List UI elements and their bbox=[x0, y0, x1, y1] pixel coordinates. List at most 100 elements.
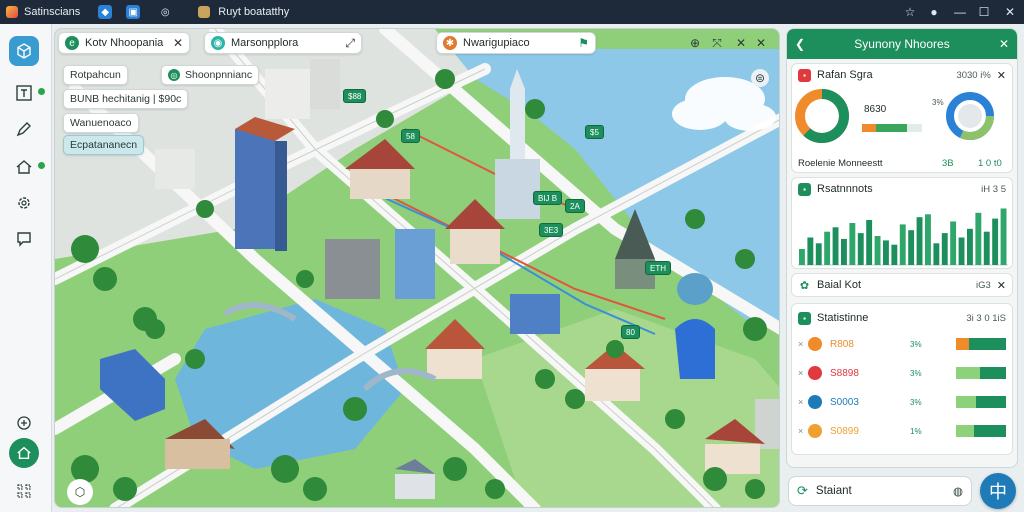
row-marker-icon: × bbox=[798, 368, 804, 378]
grid-tool-button[interactable] bbox=[9, 476, 39, 506]
stat-row[interactable]: × R808 3% bbox=[798, 334, 1006, 354]
chart-bar bbox=[983, 231, 990, 265]
stat-label: S0899 bbox=[830, 425, 859, 437]
chat-tool-button[interactable] bbox=[9, 224, 39, 254]
stat-bar bbox=[956, 425, 1006, 437]
filter-chip[interactable]: BUNB hechitanig | $90c bbox=[63, 89, 189, 109]
close-icon[interactable]: ✕ bbox=[997, 279, 1006, 292]
tab-label: Nwarigupiaco bbox=[463, 37, 530, 49]
card-header: ▪ Rsatnnnots iH 3 5 bbox=[792, 178, 1012, 200]
chart-bar bbox=[992, 218, 999, 265]
cube-tool-button[interactable] bbox=[9, 36, 39, 66]
tab-map-1[interactable]: e Kotv Nhoopania ✕ bbox=[58, 32, 190, 54]
chart-bar bbox=[815, 243, 822, 266]
row-marker-icon: × bbox=[798, 397, 804, 407]
close-icon[interactable]: ✕ bbox=[999, 37, 1009, 51]
overview-value: 8630 bbox=[864, 104, 887, 115]
active-indicator bbox=[38, 162, 45, 169]
stat-row[interactable]: × S0003 3% bbox=[798, 392, 1006, 412]
card-title: Rsatnnnots bbox=[817, 183, 873, 195]
back-icon[interactable]: ❮ bbox=[795, 37, 805, 51]
tab-icon: e bbox=[65, 36, 79, 50]
chart-bar bbox=[941, 233, 948, 265]
chart-icon: ▪ bbox=[798, 182, 811, 196]
stat-pct: 3% bbox=[910, 339, 922, 349]
pin-icon[interactable]: ⤢ bbox=[345, 36, 355, 51]
stat-row[interactable]: × S8898 3% bbox=[798, 363, 1006, 383]
row-marker-icon: × bbox=[798, 426, 804, 436]
chart-icon: ▪ bbox=[798, 311, 811, 325]
map-label[interactable]: 3E3 bbox=[539, 223, 564, 237]
stat-label: S0003 bbox=[830, 396, 859, 408]
tab-document[interactable]: Ruyt boatatthy bbox=[192, 0, 295, 24]
footer-stat-b: 1 0 t0 bbox=[978, 158, 1002, 169]
active-indicator bbox=[38, 88, 45, 95]
map-home-button[interactable] bbox=[9, 438, 39, 468]
tab-map-3[interactable]: ✱ Nwarigupiaco ⚑ bbox=[436, 32, 596, 54]
settings-icon[interactable]: ● bbox=[920, 0, 948, 24]
coin-icon bbox=[808, 395, 822, 409]
diamond-icon[interactable]: ◆ bbox=[98, 5, 113, 19]
stat-row[interactable]: × S0899 1% bbox=[798, 421, 1006, 441]
home-tool-button[interactable] bbox=[9, 152, 39, 182]
plus-icon: 中 bbox=[989, 482, 1007, 502]
tab-label: Kotv Nhoopania bbox=[85, 37, 164, 49]
text-box-icon bbox=[16, 85, 32, 101]
overview-pct: 3% bbox=[932, 98, 944, 107]
add-button[interactable]: 中 bbox=[980, 473, 1016, 509]
panel-header: ❮ Syunony Nhoores ✕ bbox=[787, 29, 1017, 59]
add-circle-icon bbox=[17, 416, 31, 430]
filter-chip[interactable]: ◎ Shoonpnnianc bbox=[161, 65, 260, 85]
filter-chip[interactable]: Rotpahcun bbox=[63, 65, 128, 85]
tab-title: Ruyt boatatthy bbox=[218, 6, 290, 18]
map-label[interactable]: 2A bbox=[565, 199, 585, 213]
target-icon[interactable]: ⊕ bbox=[686, 34, 704, 52]
stat-bar-fill bbox=[956, 338, 969, 350]
close-icon[interactable]: ✕ bbox=[997, 69, 1006, 82]
tab-map-2[interactable]: ◉ Marsonpplora ⤢ bbox=[204, 32, 362, 54]
gear-tool-button[interactable] bbox=[9, 188, 39, 218]
chart-bar bbox=[908, 230, 915, 265]
compass-button[interactable]: ⊜ bbox=[751, 69, 769, 87]
maximize-button[interactable]: ☐ bbox=[970, 0, 998, 24]
coin-icon bbox=[808, 337, 822, 351]
chip-label: Wanuenoaco bbox=[70, 117, 132, 129]
map-label[interactable]: $88 bbox=[343, 89, 367, 103]
close-icon[interactable]: ✕ bbox=[752, 34, 770, 52]
map-label[interactable]: 58 bbox=[401, 129, 420, 143]
stat-pct: 3% bbox=[910, 368, 922, 378]
cube-icon bbox=[17, 43, 31, 59]
app-title: Satinscians bbox=[0, 0, 86, 24]
map-label[interactable]: 80 bbox=[621, 325, 640, 339]
close-icon[interactable]: ✕ bbox=[173, 36, 183, 50]
text-tool-button[interactable] bbox=[9, 78, 39, 108]
close-button[interactable]: ✕ bbox=[996, 0, 1024, 24]
flag-icon[interactable]: ⚑ bbox=[578, 36, 589, 50]
home-icon bbox=[17, 446, 31, 460]
chart-bar bbox=[916, 217, 923, 265]
close-icon[interactable]: ✕ bbox=[732, 34, 750, 52]
filter-chip[interactable]: Ecpatananecn bbox=[63, 135, 145, 155]
card-title: Statistinne bbox=[817, 312, 869, 324]
search-bar[interactable]: ⟳ Staiant ◍ bbox=[788, 476, 972, 506]
base-kit-card[interactable]: ✿ Baial Kot iG3 ✕ bbox=[791, 273, 1013, 297]
card-meta: iH 3 5 bbox=[981, 183, 1006, 195]
draw-tool-button[interactable] bbox=[9, 114, 39, 144]
controller-icon[interactable]: ◍ bbox=[953, 484, 963, 498]
filter-chip[interactable]: Wanuenoaco bbox=[63, 113, 139, 133]
stat-bar bbox=[956, 396, 1006, 408]
layers-icon[interactable]: ▣ bbox=[126, 5, 141, 19]
map-label[interactable]: $5 bbox=[585, 125, 604, 139]
hexagon-icon: ⬡ bbox=[74, 485, 86, 499]
house-icon bbox=[16, 160, 32, 174]
bar-chart-card: ▪ Rsatnnnots iH 3 5 bbox=[791, 177, 1013, 269]
rotate-button[interactable]: ⬡ bbox=[67, 479, 93, 505]
globe-icon[interactable]: ◎ bbox=[158, 5, 172, 19]
map-label[interactable]: BIJ B bbox=[533, 191, 563, 205]
city-map[interactable]: $88 58 $5 BIJ B 2A 3E3 ETH 80 Rotpahcun … bbox=[54, 28, 780, 508]
add-tool-button[interactable] bbox=[9, 408, 39, 438]
card-header: ✿ Baial Kot iG3 ✕ bbox=[792, 274, 1012, 296]
expand-icon[interactable]: ⤧ bbox=[708, 34, 726, 52]
map-label[interactable]: ETH bbox=[645, 261, 671, 275]
stat-pct: 1% bbox=[910, 426, 922, 436]
